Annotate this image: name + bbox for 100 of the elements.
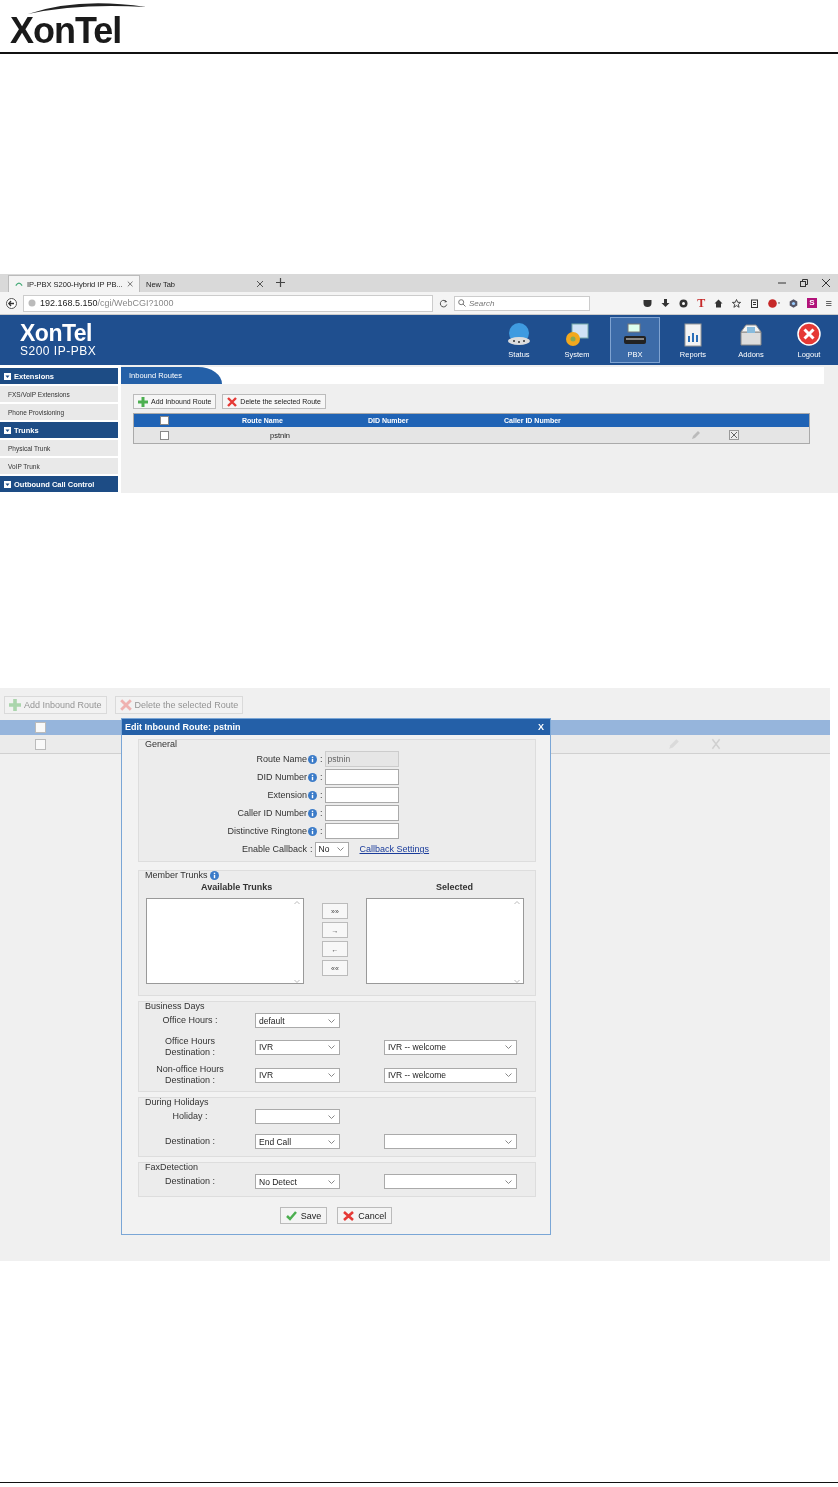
dialog-title: Edit Inbound Route: pstnin (125, 722, 241, 732)
collapse-icon (4, 372, 11, 380)
search-field[interactable]: Search (454, 295, 590, 311)
info-icon (308, 826, 317, 836)
info-icon (308, 790, 317, 800)
dropdown[interactable]: End Call (255, 1134, 340, 1149)
input-field[interactable] (324, 769, 399, 785)
dropdown[interactable]: IVR (255, 1067, 340, 1083)
list-heading: Available Trunks (201, 882, 273, 892)
field-label: Non-office Hours Destination : (155, 1064, 225, 1086)
list-heading: Selected (435, 882, 473, 892)
chevron-icon (505, 1179, 512, 1184)
star-icon[interactable] (732, 298, 742, 308)
collapse-icon (4, 426, 11, 434)
link[interactable]: Callback Settings (359, 844, 430, 854)
field-label: Office Hours : (161, 1015, 219, 1026)
hexagon-icon[interactable] (789, 298, 799, 308)
field-label: Caller ID Number (236, 808, 307, 818)
scrollbar-icon (294, 900, 300, 984)
checkbox[interactable] (159, 416, 169, 425)
chevron-icon (328, 1045, 335, 1049)
input-field[interactable] (324, 823, 399, 839)
field-label: Route Name (255, 754, 307, 764)
input-field[interactable] (324, 787, 399, 803)
field-label: Office Hours Destination : (164, 1036, 216, 1058)
plus-icon (9, 699, 21, 711)
logo: XonTel (20, 322, 93, 345)
address-field[interactable]: 192.168.5.150/cgi/WebCGI?1000 (23, 294, 433, 312)
minimize-icon[interactable] (778, 279, 786, 287)
save-button[interactable]: Save (279, 1207, 328, 1224)
chevron-icon (328, 1073, 335, 1077)
scrollbar-icon (514, 900, 520, 984)
close-icon[interactable] (256, 280, 264, 288)
info-icon (308, 808, 317, 818)
monitor-gear-icon (564, 321, 590, 348)
close-icon[interactable] (822, 279, 830, 287)
dropdown[interactable] (384, 1174, 517, 1189)
checkbox[interactable] (35, 738, 46, 750)
section-legend: FaxDetection (139, 1162, 205, 1172)
restore-icon[interactable] (800, 279, 808, 287)
download-icon[interactable] (661, 298, 671, 308)
cancel-icon (343, 1210, 355, 1221)
product-name: S200 IP-PBX (20, 345, 97, 358)
collapse-icon (4, 480, 11, 488)
favicon-icon (15, 281, 23, 287)
chevron-icon (505, 1073, 512, 1077)
delete-icon[interactable] (729, 430, 739, 440)
delete-icon (227, 396, 238, 407)
extension-letter[interactable]: T (697, 297, 706, 309)
chevron-icon (328, 1114, 335, 1119)
checkbox[interactable] (159, 430, 169, 440)
field-label: Destination : (164, 1136, 216, 1147)
dropdown[interactable]: IVR (255, 1039, 340, 1055)
dropdown[interactable]: default (255, 1013, 340, 1028)
close-button[interactable]: X (538, 722, 544, 732)
info-icon (308, 772, 317, 782)
field-label: Distinctive Ringtone (226, 826, 307, 836)
back-icon[interactable] (6, 297, 17, 309)
section-legend: During Holidays (139, 1097, 215, 1107)
check-icon (285, 1210, 297, 1221)
dropdown[interactable] (255, 1109, 340, 1124)
pocket-icon[interactable] (643, 298, 653, 308)
search-icon (458, 299, 466, 307)
checkbox[interactable] (35, 722, 46, 733)
input-field[interactable] (324, 805, 399, 821)
dropdown[interactable]: IVR -- welcome (384, 1039, 517, 1055)
plus-icon (138, 396, 148, 407)
reload-icon[interactable] (439, 298, 448, 308)
chevron-icon (505, 1139, 512, 1144)
dropdown[interactable] (384, 1134, 517, 1149)
chevron-icon (336, 847, 344, 851)
dropdown[interactable]: No Detect (255, 1174, 340, 1189)
colon: : (320, 808, 323, 818)
chat-icon[interactable] (679, 298, 689, 308)
logo: XonTel (10, 10, 122, 52)
list-box[interactable] (366, 898, 524, 984)
chevron-icon (505, 1045, 512, 1049)
menu-button[interactable]: ≡ (825, 297, 832, 309)
home-icon[interactable] (714, 298, 724, 308)
dropdown[interactable]: IVR -- welcome (384, 1067, 517, 1083)
box-icon (738, 321, 764, 348)
colon: : (320, 772, 323, 782)
field-label: DID Number (256, 772, 307, 782)
list-box[interactable] (146, 898, 304, 984)
field-label: Destination : (164, 1176, 216, 1187)
field-label: Holiday : (171, 1111, 209, 1122)
dropdown[interactable]: No (314, 841, 349, 857)
colon: : (320, 754, 323, 764)
colon: : (320, 826, 323, 836)
delete-icon (119, 699, 132, 711)
chevron-icon (328, 1139, 335, 1144)
extension-badge[interactable]: S (807, 298, 817, 308)
field-label: Enable Callback (240, 844, 307, 854)
new-tab-icon[interactable] (276, 278, 285, 287)
chevron-icon (328, 1018, 335, 1023)
info-icon (308, 754, 317, 764)
logout-icon (796, 321, 822, 348)
cancel-button[interactable]: Cancel (337, 1207, 393, 1224)
info-icon (209, 870, 219, 880)
clipboard-icon[interactable] (750, 298, 760, 308)
